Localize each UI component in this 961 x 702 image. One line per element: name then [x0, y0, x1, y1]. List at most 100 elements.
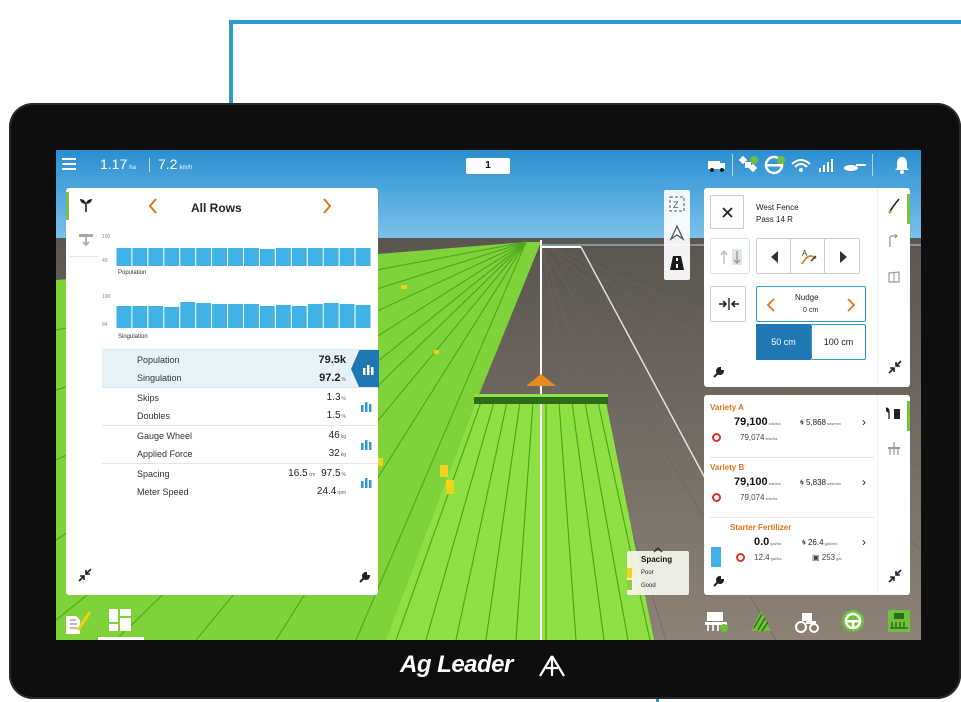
shift-right-button[interactable] — [824, 238, 860, 274]
row-bar — [228, 304, 243, 328]
metric-label: Spacing — [137, 469, 170, 479]
zoom-extents-icon[interactable]: Z — [668, 195, 686, 213]
auto-shift-button[interactable]: A — [790, 238, 826, 274]
metric-row-skips[interactable]: Skips 1.3% Doubles 1.5% — [102, 387, 378, 425]
tractor-icon[interactable] — [794, 608, 820, 634]
metric-row-spacing[interactable]: Spacing 16.5cm 97.5% Meter Speed 24.4rpm — [102, 463, 378, 501]
planter-icon[interactable] — [842, 155, 868, 175]
previous-row-chevron-icon[interactable] — [148, 197, 158, 215]
metric-row-population[interactable]: Population 79.5k Singulation 97.2% — [102, 349, 379, 388]
metric-label: Gauge Wheel — [137, 431, 193, 441]
turn-icon[interactable] — [887, 234, 901, 248]
pass-number-box[interactable]: 1 — [466, 158, 510, 174]
road-view-icon[interactable] — [668, 254, 686, 272]
row-bar — [339, 248, 355, 266]
documents-icon[interactable] — [64, 610, 92, 636]
step-option-50[interactable]: 50 cm — [756, 324, 811, 360]
row-bar — [148, 248, 164, 266]
downforce-icon[interactable] — [78, 233, 94, 247]
collapse-icon[interactable] — [78, 568, 92, 582]
bar-chart-icon[interactable] — [362, 363, 374, 375]
chevron-up-icon[interactable] — [653, 547, 663, 553]
product-row-variety-a[interactable]: Variety A 79,100sds/ha 🌀︎ 5,868sds/min 7… — [704, 399, 874, 455]
display-screen: 1.17 ha 7.2 km/h 1 Z All Rows 100 40 Pop… — [56, 150, 921, 640]
implement-icon[interactable] — [704, 608, 730, 634]
panel-header: All Rows — [66, 188, 378, 226]
row-bar — [291, 248, 307, 266]
singulation-bars — [116, 302, 371, 328]
menu-icon[interactable] — [62, 158, 76, 170]
next-row-chevron-icon[interactable] — [322, 197, 332, 215]
target-rate-icon — [712, 493, 721, 502]
population-chart-label: Population — [118, 270, 147, 276]
chevron-right-icon[interactable]: › — [862, 535, 866, 549]
target-rate-icon — [736, 553, 745, 562]
nudge-label: Nudge — [795, 293, 819, 302]
bar-chart-icon[interactable] — [360, 476, 372, 488]
bell-icon[interactable] — [894, 155, 910, 175]
product-rates-panel: Variety A 79,100sds/ha 🌀︎ 5,868sds/min 7… — [704, 395, 910, 595]
singulation-chart-label: Singulation — [118, 334, 148, 340]
swap-icon — [720, 249, 742, 265]
metric-label: Doubles — [137, 411, 171, 421]
bar-chart-icon[interactable] — [360, 438, 372, 450]
field-boundary-icon[interactable] — [887, 270, 901, 284]
divider — [70, 256, 98, 257]
spacing-legend[interactable]: Spacing Poor Good — [627, 547, 689, 595]
row-bar — [244, 248, 259, 266]
product-row-variety-b[interactable]: Variety B 79,100sds/ha 🌀︎ 5,838sds/min 7… — [704, 459, 874, 515]
recenter-button[interactable] — [710, 286, 746, 322]
autosteer-icon[interactable] — [840, 608, 866, 634]
brand-mark-icon — [539, 655, 565, 677]
wrench-icon[interactable] — [712, 575, 725, 588]
step-option-100[interactable]: 100 cm — [811, 324, 866, 360]
signal-icon[interactable] — [816, 155, 838, 175]
brand-name: Ag Leader — [400, 651, 513, 678]
speed-readout: 7.2 km/h — [158, 156, 192, 172]
chevron-right-icon[interactable]: › — [862, 415, 866, 429]
wrench-icon[interactable] — [712, 366, 725, 379]
nudge-right-chevron-icon[interactable] — [847, 298, 855, 312]
row-bar — [132, 248, 148, 266]
metric-value: 1.3% — [326, 392, 346, 403]
field-coverage-icon[interactable] — [748, 608, 774, 634]
chevron-right-icon[interactable]: › — [862, 475, 866, 489]
truck-icon[interactable] — [707, 155, 727, 175]
collapse-icon[interactable] — [888, 569, 902, 583]
product-target-rate: 12.4gal/ha — [754, 553, 782, 562]
product-target-rate: 79,074sds/ha — [740, 433, 778, 442]
product-row-starter-fertilizer[interactable]: Starter Fertilizer 0.0gal/ha 🌀︎ 26.4gal/… — [704, 519, 874, 575]
divider — [149, 158, 150, 172]
metric-row-gauge-wheel[interactable]: Gauge Wheel 46kg Applied Force 32kg — [102, 425, 378, 463]
satellite-icon[interactable] — [738, 155, 760, 175]
shift-left-button[interactable] — [756, 238, 792, 274]
metric-value: 24.4rpm — [316, 486, 346, 497]
area-value: 1.17 — [100, 156, 128, 172]
bar-chart-icon[interactable] — [360, 400, 372, 412]
legend-label-poor: Poor — [641, 570, 654, 576]
guidance-line-icon[interactable] — [887, 198, 901, 214]
nudge-left-chevron-icon[interactable] — [767, 298, 775, 312]
steering-icon[interactable] — [764, 155, 786, 175]
row-selector-title: All Rows — [191, 201, 242, 215]
shift-toggle-button[interactable] — [710, 238, 750, 274]
wrench-icon[interactable] — [358, 571, 371, 584]
speed-value: 7.2 — [158, 156, 178, 172]
row-bar — [339, 304, 355, 328]
accent-bar — [907, 401, 910, 431]
metric-value: 32kg — [328, 448, 346, 459]
guidance-pass-name: Pass 14 R — [756, 215, 793, 224]
close-guidance-button[interactable] — [710, 195, 744, 229]
seedling-icon[interactable] — [78, 197, 94, 213]
layout-button[interactable] — [98, 602, 144, 640]
metric-value: 1.5% — [326, 410, 346, 421]
collapse-icon[interactable] — [888, 360, 902, 374]
seed-product-icon[interactable] — [886, 405, 902, 421]
wifi-icon[interactable] — [790, 155, 812, 175]
liquid-product-icon[interactable] — [886, 441, 902, 457]
row-bar — [307, 248, 323, 266]
perspective-icon[interactable] — [668, 224, 686, 242]
selected-metric-indicator — [351, 350, 379, 388]
section-control-icon[interactable] — [886, 608, 912, 634]
layout-grid-icon — [109, 609, 131, 631]
